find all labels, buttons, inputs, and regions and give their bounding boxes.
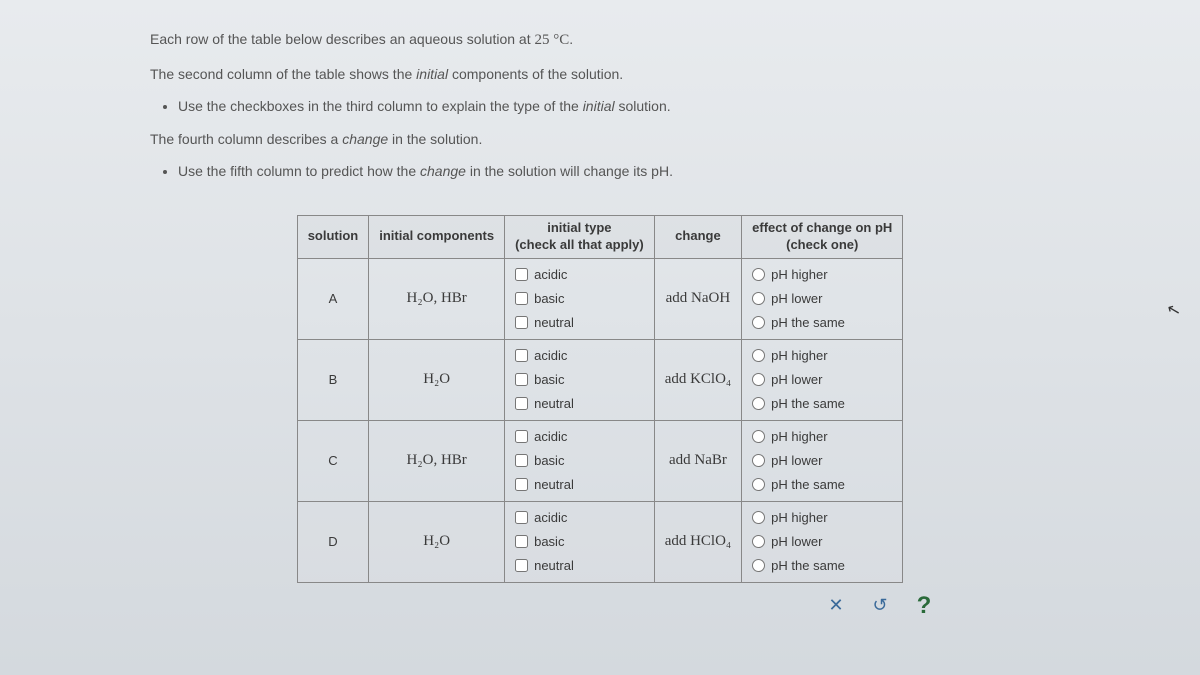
help-icon[interactable]: ?	[913, 595, 935, 617]
text: Use the fifth column to predict how the	[178, 163, 420, 179]
effect-cell: pH higher pH lower pH the same	[742, 258, 903, 339]
text: components of the solution.	[448, 66, 623, 82]
col-effect: effect of change on pH(check one)	[742, 215, 903, 258]
table-row: D H₂O acidic basic neutral add HClO₄ pH …	[297, 501, 903, 582]
ph-lower-radio[interactable]	[752, 292, 765, 305]
initial-type-cell: acidic basic neutral	[505, 339, 655, 420]
text: .	[569, 31, 573, 47]
ph-lower-label: pH lower	[771, 534, 822, 549]
ph-same-label: pH the same	[771, 558, 845, 573]
ph-same-radio[interactable]	[752, 397, 765, 410]
ph-higher-radio[interactable]	[752, 430, 765, 443]
text: initial	[583, 98, 615, 114]
basic-checkbox[interactable]	[515, 535, 528, 548]
acidic-checkbox[interactable]	[515, 349, 528, 362]
ph-higher-label: pH higher	[771, 348, 827, 363]
close-icon[interactable]: ✕	[825, 595, 847, 617]
neutral-checkbox[interactable]	[515, 559, 528, 572]
basic-checkbox[interactable]	[515, 292, 528, 305]
acidic-checkbox[interactable]	[515, 430, 528, 443]
footer-toolbar: ✕ ↺ ?	[245, 595, 955, 617]
initial-components: H₂O	[369, 339, 505, 420]
ph-same-radio[interactable]	[752, 559, 765, 572]
ph-lower-label: pH lower	[771, 291, 822, 306]
initial-components: H₂O, HBr	[369, 258, 505, 339]
acidic-label: acidic	[534, 429, 567, 444]
solution-label: C	[297, 420, 369, 501]
initial-type-cell: acidic basic neutral	[505, 420, 655, 501]
change-cell: add NaBr	[654, 420, 741, 501]
effect-cell: pH higher pH lower pH the same	[742, 501, 903, 582]
solution-label: A	[297, 258, 369, 339]
text: solution.	[615, 98, 671, 114]
neutral-label: neutral	[534, 477, 574, 492]
basic-label: basic	[534, 372, 564, 387]
ph-higher-radio[interactable]	[752, 349, 765, 362]
initial-type-cell: acidic basic neutral	[505, 258, 655, 339]
ph-higher-label: pH higher	[771, 267, 827, 282]
change-cell: add NaOH	[654, 258, 741, 339]
ph-same-label: pH the same	[771, 315, 845, 330]
neutral-label: neutral	[534, 315, 574, 330]
table-row: A H₂O, HBr acidic basic neutral add NaOH…	[297, 258, 903, 339]
text: Each row of the table below describes an…	[150, 31, 534, 47]
solution-label: D	[297, 501, 369, 582]
ph-higher-label: pH higher	[771, 510, 827, 525]
initial-type-cell: acidic basic neutral	[505, 501, 655, 582]
text: in the solution will change its pH.	[466, 163, 673, 179]
ph-lower-label: pH lower	[771, 453, 822, 468]
solution-label: B	[297, 339, 369, 420]
col-change: change	[654, 215, 741, 258]
ph-same-label: pH the same	[771, 477, 845, 492]
initial-components: H₂O, HBr	[369, 420, 505, 501]
table-row: C H₂O, HBr acidic basic neutral add NaBr…	[297, 420, 903, 501]
text: Use the checkboxes in the third column t…	[178, 98, 583, 114]
text: The fourth column describes a	[150, 131, 342, 147]
neutral-label: neutral	[534, 396, 574, 411]
text: in the solution.	[388, 131, 482, 147]
col-initial-type: initial type(check all that apply)	[505, 215, 655, 258]
basic-label: basic	[534, 291, 564, 306]
initial-components: H₂O	[369, 501, 505, 582]
ph-lower-radio[interactable]	[752, 454, 765, 467]
table-row: B H₂O acidic basic neutral add KClO₄ pH …	[297, 339, 903, 420]
basic-checkbox[interactable]	[515, 373, 528, 386]
col-components: initial components	[369, 215, 505, 258]
ph-same-radio[interactable]	[752, 316, 765, 329]
ph-higher-radio[interactable]	[752, 268, 765, 281]
ph-higher-radio[interactable]	[752, 511, 765, 524]
ph-lower-radio[interactable]	[752, 535, 765, 548]
reset-icon[interactable]: ↺	[869, 595, 891, 617]
neutral-checkbox[interactable]	[515, 478, 528, 491]
col-solution: solution	[297, 215, 369, 258]
acidic-checkbox[interactable]	[515, 511, 528, 524]
acidic-label: acidic	[534, 348, 567, 363]
basic-label: basic	[534, 453, 564, 468]
instructions-block: Each row of the table below describes an…	[150, 26, 1050, 185]
neutral-checkbox[interactable]	[515, 316, 528, 329]
neutral-label: neutral	[534, 558, 574, 573]
change-cell: add HClO₄	[654, 501, 741, 582]
effect-cell: pH higher pH lower pH the same	[742, 339, 903, 420]
ph-same-label: pH the same	[771, 396, 845, 411]
effect-cell: pH higher pH lower pH the same	[742, 420, 903, 501]
solution-table: solution initial components initial type…	[297, 215, 904, 583]
neutral-checkbox[interactable]	[515, 397, 528, 410]
acidic-checkbox[interactable]	[515, 268, 528, 281]
ph-same-radio[interactable]	[752, 478, 765, 491]
text: The second column of the table shows the	[150, 66, 416, 82]
change-cell: add KClO₄	[654, 339, 741, 420]
text: initial	[416, 66, 448, 82]
acidic-label: acidic	[534, 267, 567, 282]
acidic-label: acidic	[534, 510, 567, 525]
ph-higher-label: pH higher	[771, 429, 827, 444]
ph-lower-radio[interactable]	[752, 373, 765, 386]
text: 25 °C	[534, 32, 569, 48]
basic-checkbox[interactable]	[515, 454, 528, 467]
ph-lower-label: pH lower	[771, 372, 822, 387]
text: change	[342, 131, 388, 147]
basic-label: basic	[534, 534, 564, 549]
text: change	[420, 163, 466, 179]
